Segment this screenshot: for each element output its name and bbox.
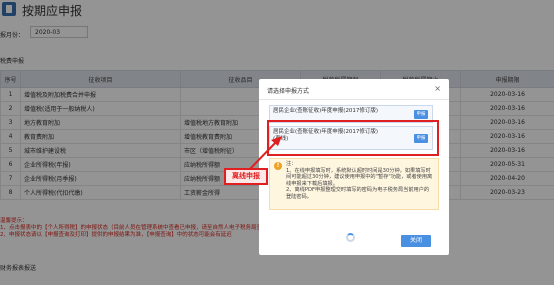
callout-arrow-icon (249, 136, 282, 170)
offline-declare-callout: 离线申报 (224, 168, 268, 185)
